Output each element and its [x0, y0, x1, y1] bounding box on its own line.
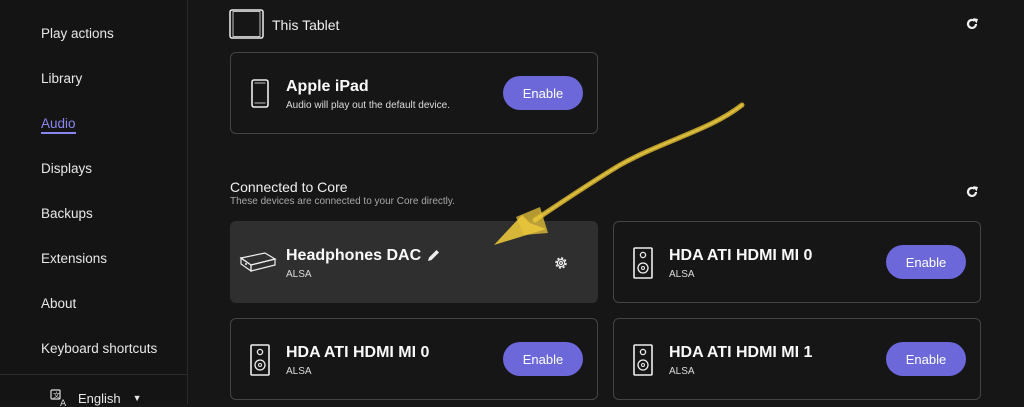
sidebar-divider	[0, 374, 187, 375]
device-subtitle: ALSA	[669, 366, 695, 377]
tablet-header-icon	[229, 9, 264, 39]
sidebar-item-backups[interactable]: Backups	[41, 206, 93, 221]
device-subtitle: ALSA	[669, 269, 695, 280]
sidebar-item-keyboard-shortcuts[interactable]: Keyboard shortcuts	[41, 341, 157, 356]
svg-text:A: A	[60, 399, 67, 407]
device-card-hda-ati-hdmi-mi-1: HDA ATI HDMI MI 1 ALSA Enable	[613, 318, 981, 400]
device-name: Headphones DAC	[286, 247, 422, 264]
core-section-title: Connected to Core	[230, 179, 348, 195]
annotation-arrow	[494, 102, 745, 245]
language-label: English	[78, 390, 121, 406]
chevron-down-icon: ▼	[132, 393, 142, 403]
device-name: HDA ATI HDMI MI 0	[286, 344, 430, 361]
svg-text:文: 文	[53, 391, 60, 400]
pencil-icon[interactable]	[427, 249, 440, 262]
sidebar: Play actions Library Audio Displays Back…	[0, 0, 188, 407]
sidebar-item-about[interactable]: About	[41, 296, 76, 311]
device-subtitle: ALSA	[286, 366, 312, 377]
refresh-icon[interactable]	[965, 17, 979, 31]
sidebar-item-play-actions[interactable]: Play actions	[41, 26, 114, 41]
tablet-section-title: This Tablet	[272, 17, 340, 33]
sidebar-item-audio[interactable]: Audio	[41, 116, 76, 134]
device-subtitle: Audio will play out the default device.	[286, 100, 450, 111]
device-card-hda-ati-hdmi-mi-0: HDA ATI HDMI MI 0 ALSA Enable	[230, 318, 598, 400]
enable-button[interactable]: Enable	[886, 342, 966, 376]
enable-button[interactable]: Enable	[886, 245, 966, 279]
sidebar-item-extensions[interactable]: Extensions	[41, 251, 107, 266]
device-subtitle: ALSA	[286, 269, 312, 280]
dac-icon	[239, 252, 277, 273]
device-name: HDA ATI HDMI MI 1	[669, 344, 813, 361]
speaker-icon	[250, 344, 270, 376]
sidebar-item-displays[interactable]: Displays	[41, 161, 92, 176]
device-name: Apple iPad	[286, 78, 369, 95]
translate-icon: 文 A	[50, 389, 67, 407]
sidebar-item-library[interactable]: Library	[41, 71, 82, 86]
speaker-icon	[633, 344, 653, 376]
enable-button[interactable]: Enable	[503, 342, 583, 376]
tablet-icon	[251, 79, 269, 108]
core-section-subtitle: These devices are connected to your Core…	[230, 196, 455, 207]
refresh-icon[interactable]	[965, 185, 979, 199]
language-selector[interactable]: 文 A English ▼	[50, 389, 142, 407]
